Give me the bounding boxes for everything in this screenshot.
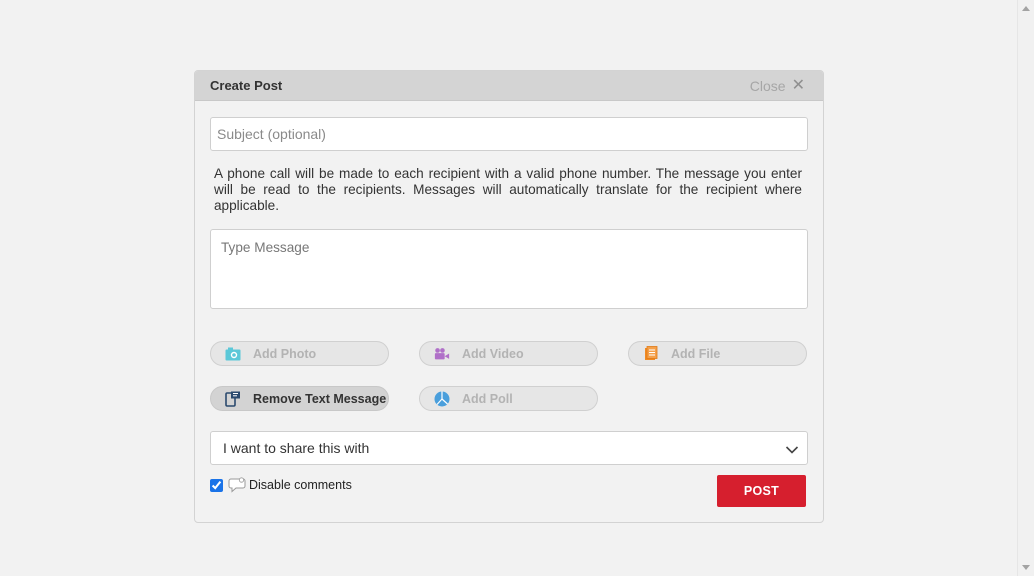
- close-label: Close: [749, 78, 786, 94]
- add-video-label: Add Video: [462, 346, 524, 361]
- comment-bubble-icon: [228, 477, 246, 493]
- add-photo-label: Add Photo: [253, 346, 317, 361]
- modal-title: Create Post: [210, 78, 283, 93]
- scroll-down-icon[interactable]: [1022, 565, 1030, 570]
- scroll-up-icon[interactable]: [1022, 6, 1030, 11]
- message-input[interactable]: [210, 229, 808, 309]
- phone-call-info-text: A phone call will be made to each recipi…: [214, 166, 802, 213]
- share-with-label: I want to share this with: [223, 440, 370, 456]
- disable-comments-label: Disable comments: [249, 478, 352, 492]
- phone-message-icon: [225, 391, 241, 407]
- close-icon: ✕: [791, 77, 805, 94]
- chevron-down-icon: [785, 442, 799, 458]
- add-poll-label: Add Poll: [462, 391, 513, 406]
- add-photo-button[interactable]: Add Photo: [210, 341, 389, 366]
- file-icon: [643, 346, 659, 362]
- add-file-label: Add File: [671, 346, 721, 361]
- create-post-modal: Create Post Close ✕ A phone call will be…: [194, 70, 824, 523]
- subject-input[interactable]: [210, 117, 808, 151]
- pie-chart-icon: [434, 391, 450, 407]
- add-poll-button[interactable]: Add Poll: [419, 386, 598, 411]
- close-button[interactable]: Close ✕: [749, 77, 805, 95]
- camera-icon: [225, 346, 241, 362]
- remove-text-message-button[interactable]: Remove Text Message: [210, 386, 389, 411]
- share-with-select[interactable]: I want to share this with: [210, 431, 808, 465]
- page-scrollbar[interactable]: [1017, 0, 1034, 576]
- video-camera-icon: [434, 346, 450, 362]
- disable-comments-row[interactable]: Disable comments: [210, 477, 352, 493]
- remove-text-message-label: Remove Text Message: [253, 391, 387, 406]
- modal-header: Create Post Close ✕: [195, 71, 823, 101]
- add-video-button[interactable]: Add Video: [419, 341, 598, 366]
- post-button[interactable]: POST: [717, 475, 806, 507]
- disable-comments-checkbox[interactable]: [210, 478, 223, 492]
- add-file-button[interactable]: Add File: [628, 341, 807, 366]
